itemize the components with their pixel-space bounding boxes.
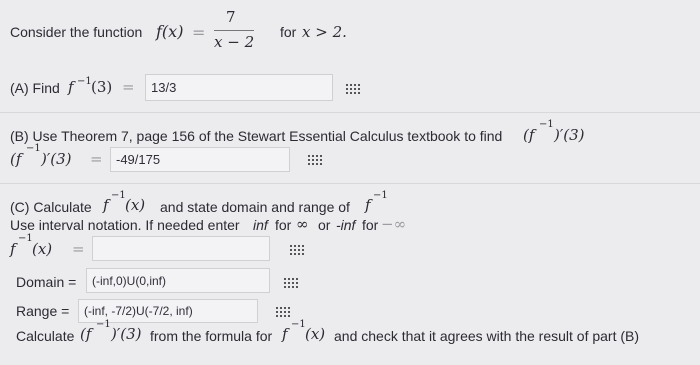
range-label: Range =: [16, 303, 70, 319]
intro-text: Consider the function: [10, 24, 143, 40]
calc-mid: from the formula for: [150, 328, 273, 344]
note-inf: inf: [253, 217, 268, 233]
fraction-denominator: x − 2: [214, 33, 255, 51]
partB-expr-sup: −1: [539, 119, 554, 130]
note-sym1: ∞: [296, 215, 309, 233]
inverse-arg: (x): [32, 240, 53, 258]
fraction-numerator: 7: [226, 8, 236, 26]
partC-sup: −1: [111, 190, 126, 201]
inverse-eq: =: [72, 240, 85, 258]
inverse-lhs: f: [10, 240, 16, 258]
domain-answer-field[interactable]: (-inf,0)U(0,inf): [86, 268, 270, 293]
partC-func: f: [103, 196, 109, 214]
partC-label-mid: and state domain and range of: [160, 199, 350, 215]
partA-arg: (3): [91, 78, 113, 96]
partB-label: (B) Use Theorem 7, page 156 of the Stewa…: [10, 128, 503, 144]
partC-label-start: (C) Calculate: [10, 199, 92, 215]
note-neginf: -inf: [336, 217, 356, 233]
partB-lhs: (f: [10, 150, 22, 168]
note-for1: for: [275, 217, 292, 233]
calc-expr: (f: [80, 325, 92, 343]
inverse-answer-field[interactable]: [92, 236, 270, 261]
note-sym2: −∞: [381, 215, 407, 233]
keyboard-icon[interactable]: [290, 243, 306, 255]
partB-expr: (f: [523, 126, 535, 144]
keyboard-icon[interactable]: [308, 153, 324, 165]
inverse-sup: −1: [18, 233, 33, 244]
fraction-bar: [214, 30, 254, 31]
partB-eq: =: [90, 150, 103, 168]
domain-label: Domain =: [16, 274, 77, 290]
function-name: f(x): [156, 22, 184, 41]
note-for2: for: [362, 217, 379, 233]
keyboard-icon[interactable]: [346, 82, 362, 94]
calc-arg: (x): [305, 325, 326, 343]
note-or: or: [318, 217, 331, 233]
calc-start: Calculate: [16, 328, 75, 344]
condition-text: for: [280, 24, 297, 40]
keyboard-icon[interactable]: [284, 276, 300, 288]
section-divider: [0, 112, 700, 113]
partA-func: f: [68, 78, 74, 96]
calc-end: and check that it agrees with the result…: [334, 328, 640, 344]
calc-rest: )′(3): [111, 325, 142, 343]
calc-sup2: −1: [291, 319, 306, 330]
partB-answer-field[interactable]: -49/175: [110, 147, 290, 172]
calc-sup: −1: [96, 319, 111, 330]
calc-func: f: [282, 325, 288, 343]
partB-expr-rest: )′(3): [554, 126, 585, 144]
partB-lhs-rest: )′(3): [41, 150, 72, 168]
note-start: Use interval notation. If needed enter: [10, 217, 240, 233]
partA-answer-field[interactable]: 13/3: [145, 74, 333, 101]
partA-label: (A) Find: [10, 80, 60, 96]
partC-arg: (x): [125, 196, 146, 214]
equals-sign: =: [192, 23, 206, 42]
keyboard-icon[interactable]: [276, 305, 292, 317]
condition-math: x > 2.: [302, 23, 347, 41]
partC-sup2: −1: [373, 190, 388, 201]
partB-lhs-sup: −1: [26, 143, 41, 154]
section-divider: [0, 183, 700, 184]
partA-eq: =: [122, 78, 135, 96]
partC-func2: f: [365, 196, 371, 214]
